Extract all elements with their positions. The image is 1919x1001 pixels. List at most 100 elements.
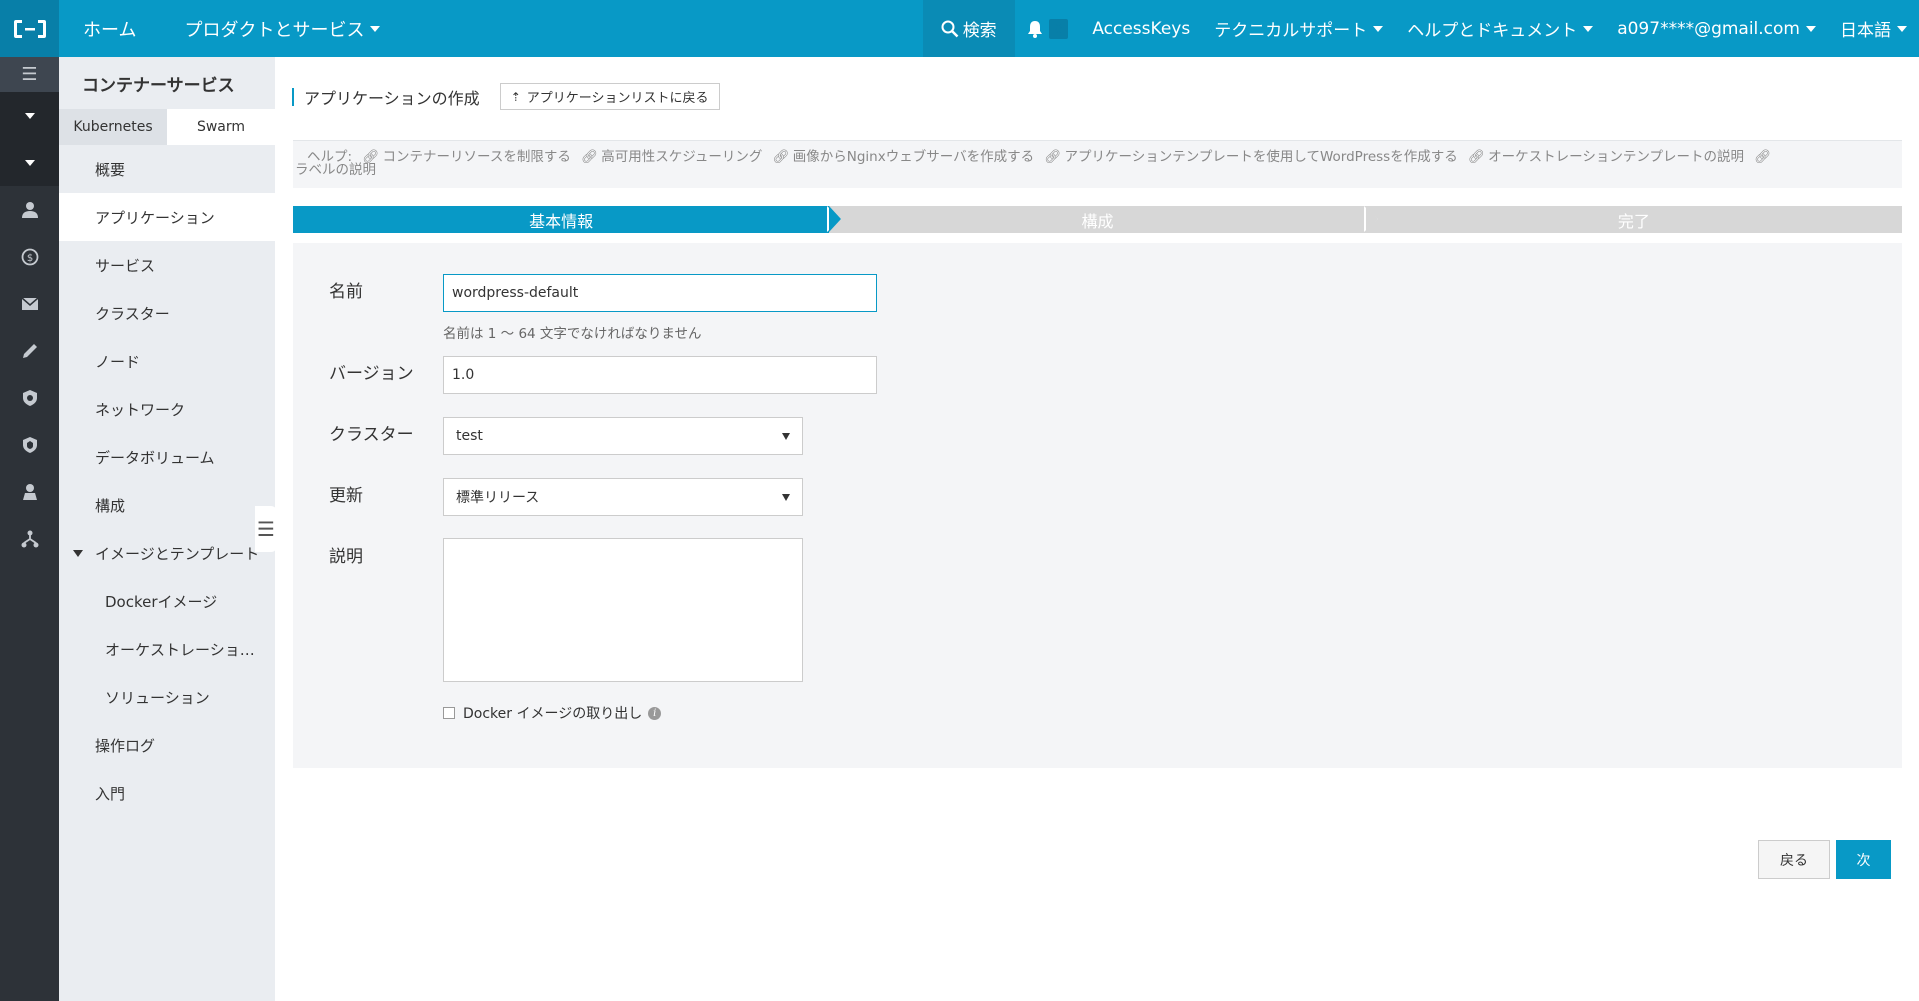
- sidebar-item-network[interactable]: ネットワーク: [59, 385, 275, 433]
- step-basic-info: 基本情報: [293, 206, 842, 233]
- step-label: 構成: [1081, 211, 1114, 231]
- collapse-sidebar-icon[interactable]: ☰: [255, 506, 277, 552]
- help-link-nginx[interactable]: 🔗︎ 画像からNginxウェブサーバを作成する: [773, 149, 1034, 165]
- nav-account-dropdown[interactable]: a097****@gmail.com: [1605, 0, 1828, 57]
- sidebar-item-label: 概要: [95, 160, 126, 179]
- help-link-resource-limits[interactable]: 🔗︎ コンテナーリソースを制限する: [362, 149, 570, 165]
- help-link-orchestration[interactable]: 🔗︎ オーケストレーションテンプレートの説明: [1468, 149, 1744, 165]
- update-select[interactable]: 標準リリース: [443, 478, 803, 516]
- notification-count-badge: 0: [1048, 18, 1069, 39]
- search-icon: [941, 20, 959, 37]
- link-icon: 🔗︎: [581, 149, 599, 165]
- step-complete: 完了: [1363, 206, 1902, 233]
- expand-dropdown-icon[interactable]: [0, 139, 59, 186]
- sidebar-item-getting-started[interactable]: 入門: [59, 769, 275, 817]
- nav-help-dropdown[interactable]: ヘルプとドキュメント: [1395, 0, 1605, 57]
- chevron-down-icon: [1897, 25, 1907, 32]
- sidebar-item-label: クラスター: [95, 304, 170, 323]
- cluster-select-value: test: [456, 428, 483, 444]
- sidebar-item-orchestration-templates[interactable]: オーケストレーショ…: [59, 625, 275, 673]
- help-link-wordpress[interactable]: 🔗︎ アプリケーションテンプレートを使用してWordPressを作成する: [1044, 149, 1457, 165]
- sidebar-item-operation-log[interactable]: 操作ログ: [59, 721, 275, 769]
- sidebar-item-overview[interactable]: 概要: [59, 145, 275, 193]
- search-button[interactable]: 検索: [922, 0, 1015, 57]
- name-input-value: wordpress-default: [452, 285, 579, 301]
- sidebar-item-solutions[interactable]: ソリューション: [59, 673, 275, 721]
- nav-home[interactable]: ホーム: [59, 0, 160, 57]
- name-label: 名前: [329, 282, 363, 302]
- sidebar-item-docker-images[interactable]: Dockerイメージ: [59, 577, 275, 625]
- sidebar-item-label: Dockerイメージ: [105, 592, 218, 611]
- progress-steps: 基本情報 構成 完了: [293, 206, 1902, 233]
- search-label: 検索: [962, 21, 997, 41]
- pull-image-checkbox-row: Docker イメージの取り出し i: [443, 703, 662, 723]
- name-input[interactable]: wordpress-default: [443, 274, 877, 312]
- upload-arrow-icon: ⇡: [510, 89, 521, 104]
- version-input-value: 1.0: [452, 367, 475, 383]
- network-topology-icon[interactable]: [0, 515, 59, 562]
- sidebar-item-label: 入門: [95, 784, 126, 803]
- sidebar-title: コンテナーサービス: [82, 75, 235, 96]
- help-link-label: アプリケーションテンプレートを使用してWordPressを作成する: [1064, 149, 1458, 165]
- nav-language-dropdown[interactable]: 日本語: [1828, 0, 1919, 57]
- sidebar-item-clusters[interactable]: クラスター: [59, 289, 275, 337]
- back-button[interactable]: 戻る: [1758, 840, 1830, 879]
- help-link-labels[interactable]: ラベルの説明: [295, 162, 376, 178]
- logo-icon[interactable]: [0, 0, 59, 57]
- notifications-button[interactable]: 0: [1015, 0, 1081, 57]
- dropdown-arrow-icon: [782, 432, 790, 440]
- description-textarea[interactable]: [443, 538, 803, 682]
- sidebar-item-services[interactable]: サービス: [59, 241, 275, 289]
- sidebar-item-nodes[interactable]: ノード: [59, 337, 275, 385]
- pull-image-checkbox[interactable]: [443, 707, 455, 719]
- help-link-ha-scheduling[interactable]: 🔗︎ 高可用性スケジューリング: [581, 149, 762, 165]
- nav-support-dropdown[interactable]: テクニカルサポート: [1202, 0, 1395, 57]
- pull-image-label: Docker イメージの取り出し: [463, 706, 643, 722]
- agent-icon[interactable]: [0, 468, 59, 515]
- page-header: アプリケーションの作成 ⇡ アプリケーションリストに戻る: [292, 83, 720, 110]
- tab-kubernetes[interactable]: Kubernetes: [59, 109, 167, 145]
- help-links-box: ヘルプ: 🔗︎ コンテナーリソースを制限する 🔗︎ 高可用性スケジューリング 🔗︎ 画…: [293, 140, 1902, 188]
- step-configuration: 構成: [827, 206, 1378, 233]
- hamburger-menu-icon[interactable]: ☰: [0, 57, 59, 92]
- back-to-app-list-button[interactable]: ⇡ アプリケーションリストに戻る: [499, 83, 720, 110]
- help-docs-label: ヘルプとドキュメント: [1407, 21, 1578, 41]
- sidebar-item-data-volumes[interactable]: データボリューム: [59, 433, 275, 481]
- chevron-down-icon: [1373, 25, 1384, 32]
- top-navbar: ホーム プロダクトとサービス 検索 0 AccessKeys テクニカルサポート…: [0, 0, 1919, 57]
- caret-down-icon: [73, 549, 83, 557]
- support-label: テクニカルサポート: [1214, 21, 1368, 41]
- version-label: バージョン: [329, 364, 414, 384]
- nav-accesskeys[interactable]: AccessKeys: [1080, 0, 1202, 57]
- billing-icon[interactable]: $: [0, 233, 59, 280]
- user-icon[interactable]: [0, 186, 59, 233]
- page-title: アプリケーションの作成: [304, 88, 480, 108]
- tab-swarm[interactable]: Swarm: [167, 109, 275, 145]
- help-link-label: コンテナーリソースを制限する: [382, 149, 571, 165]
- sidebar-item-label: アプリケーション: [95, 208, 215, 227]
- description-label: 説明: [329, 547, 363, 567]
- sidebar-item-label: ノード: [95, 352, 141, 371]
- main-content: アプリケーションの作成 ⇡ アプリケーションリストに戻る ヘルプ: 🔗︎ コンテナ…: [275, 57, 1919, 1001]
- sidebar-item-label: イメージとテンプレート: [95, 544, 260, 563]
- cluster-select[interactable]: test: [443, 417, 803, 455]
- help-link-label: オーケストレーションテンプレートの説明: [1488, 149, 1744, 165]
- info-icon[interactable]: i: [648, 706, 662, 720]
- security-shield-icon[interactable]: [0, 421, 59, 468]
- version-input[interactable]: 1.0: [443, 356, 877, 394]
- app-basic-info-form: 名前 wordpress-default 名前は 1 ～ 64 文字でなければな…: [293, 243, 1902, 768]
- sidebar-item-configuration[interactable]: 構成: [59, 481, 275, 529]
- expand-dropdown-icon[interactable]: [0, 92, 59, 139]
- next-button[interactable]: 次: [1836, 840, 1891, 879]
- sidebar-item-images-templates[interactable]: イメージとテンプレート: [59, 529, 275, 577]
- shield-badge-icon[interactable]: [0, 374, 59, 421]
- chevron-down-icon: [1583, 25, 1594, 32]
- link-icon: 🔗︎: [1754, 149, 1772, 165]
- step-label: 完了: [1617, 211, 1650, 231]
- nav-products-dropdown[interactable]: プロダクトとサービス: [160, 0, 404, 57]
- mail-icon[interactable]: [0, 280, 59, 327]
- edit-icon[interactable]: [0, 327, 59, 374]
- sidebar-item-label: オーケストレーショ…: [105, 640, 255, 659]
- sidebar-item-applications[interactable]: アプリケーション: [59, 193, 275, 241]
- dropdown-arrow-icon: [782, 493, 790, 501]
